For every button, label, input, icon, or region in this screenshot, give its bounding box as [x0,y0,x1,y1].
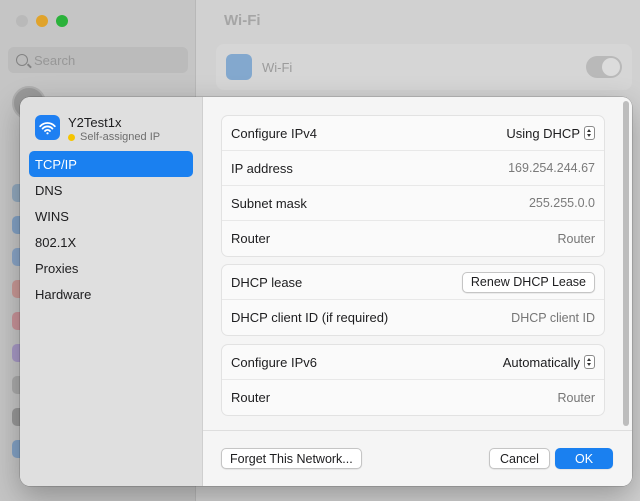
configure-ipv4-row: Configure IPv4 Using DHCP [222,116,604,151]
configure-ipv6-value: Automatically [502,354,580,370]
ip-address-row: IP address 169.254.244.67 [222,151,604,186]
wifi-icon [35,115,60,140]
dhcp-group: DHCP lease Renew DHCP Lease DHCP client … [221,264,605,336]
ipv6-router-label: Router [231,390,271,405]
dhcp-client-id-label: DHCP client ID (if required) [231,310,389,325]
ipv6-router-field[interactable] [455,390,595,405]
ok-button[interactable]: OK [555,448,613,469]
dhcp-lease-label: DHCP lease [231,274,303,290]
tab-tcp-ip[interactable]: TCP/IP [29,151,193,177]
subnet-mask-value: 255.255.0.0 [528,196,595,210]
tab-proxies[interactable]: Proxies [29,255,193,281]
ipv4-router-row: Router [222,221,604,256]
dhcp-lease-row: DHCP lease Renew DHCP Lease [222,265,604,300]
cancel-button[interactable]: Cancel [489,448,550,469]
status-dot-icon [68,133,75,141]
ipv6-router-row: Router [222,380,604,415]
subnet-mask-label: Subnet mask [231,195,307,211]
configure-ipv6-label: Configure IPv6 [231,354,317,370]
forget-network-button[interactable]: Forget This Network... [221,448,362,469]
chevron-up-down-icon [584,126,595,140]
ipv4-router-field[interactable] [455,231,595,246]
dhcp-client-id-field[interactable] [455,310,595,325]
ip-address-label: IP address [231,160,293,176]
network-header: Y2Test1x Self-assigned IP [35,115,193,143]
subnet-mask-row: Subnet mask 255.255.0.0 [222,186,604,221]
network-name: Y2Test1x [68,115,122,130]
renew-dhcp-lease-button[interactable]: Renew DHCP Lease [461,271,595,293]
network-status-text: Self-assigned IP [80,131,161,143]
chevron-up-down-icon [584,355,595,369]
network-details-dialog: Y2Test1x Self-assigned IP TCP/IP DNS WIN… [20,97,632,486]
ipv4-router-label: Router [231,231,271,246]
dhcp-client-id-row: DHCP client ID (if required) [222,300,604,335]
tab-wins[interactable]: WINS [29,203,193,229]
configure-ipv6-popup[interactable]: Automatically [503,355,595,370]
ip-address-value: 169.254.244.67 [508,161,595,175]
dialog-footer: Forget This Network... Cancel OK [203,430,632,486]
scrollbar[interactable] [623,101,629,426]
ipv6-group: Configure IPv6 Automatically Router [221,344,605,416]
tcp-ip-panel: Configure IPv4 Using DHCP IP address 169… [203,97,632,486]
dialog-sidebar: Y2Test1x Self-assigned IP TCP/IP DNS WIN… [20,97,203,486]
configure-ipv6-row: Configure IPv6 Automatically [222,345,604,380]
tab-hardware[interactable]: Hardware [29,281,193,307]
tab-802-1x[interactable]: 802.1X [29,229,193,255]
configure-ipv4-value: Using DHCP [506,125,580,141]
configure-ipv4-popup[interactable]: Using DHCP [506,126,595,141]
ipv4-group: Configure IPv4 Using DHCP IP address 169… [221,115,605,257]
configure-ipv4-label: Configure IPv4 [231,125,317,141]
network-status: Self-assigned IP [68,131,160,143]
settings-tabs: TCP/IP DNS WINS 802.1X Proxies Hardware [29,151,193,307]
tab-dns[interactable]: DNS [29,177,193,203]
